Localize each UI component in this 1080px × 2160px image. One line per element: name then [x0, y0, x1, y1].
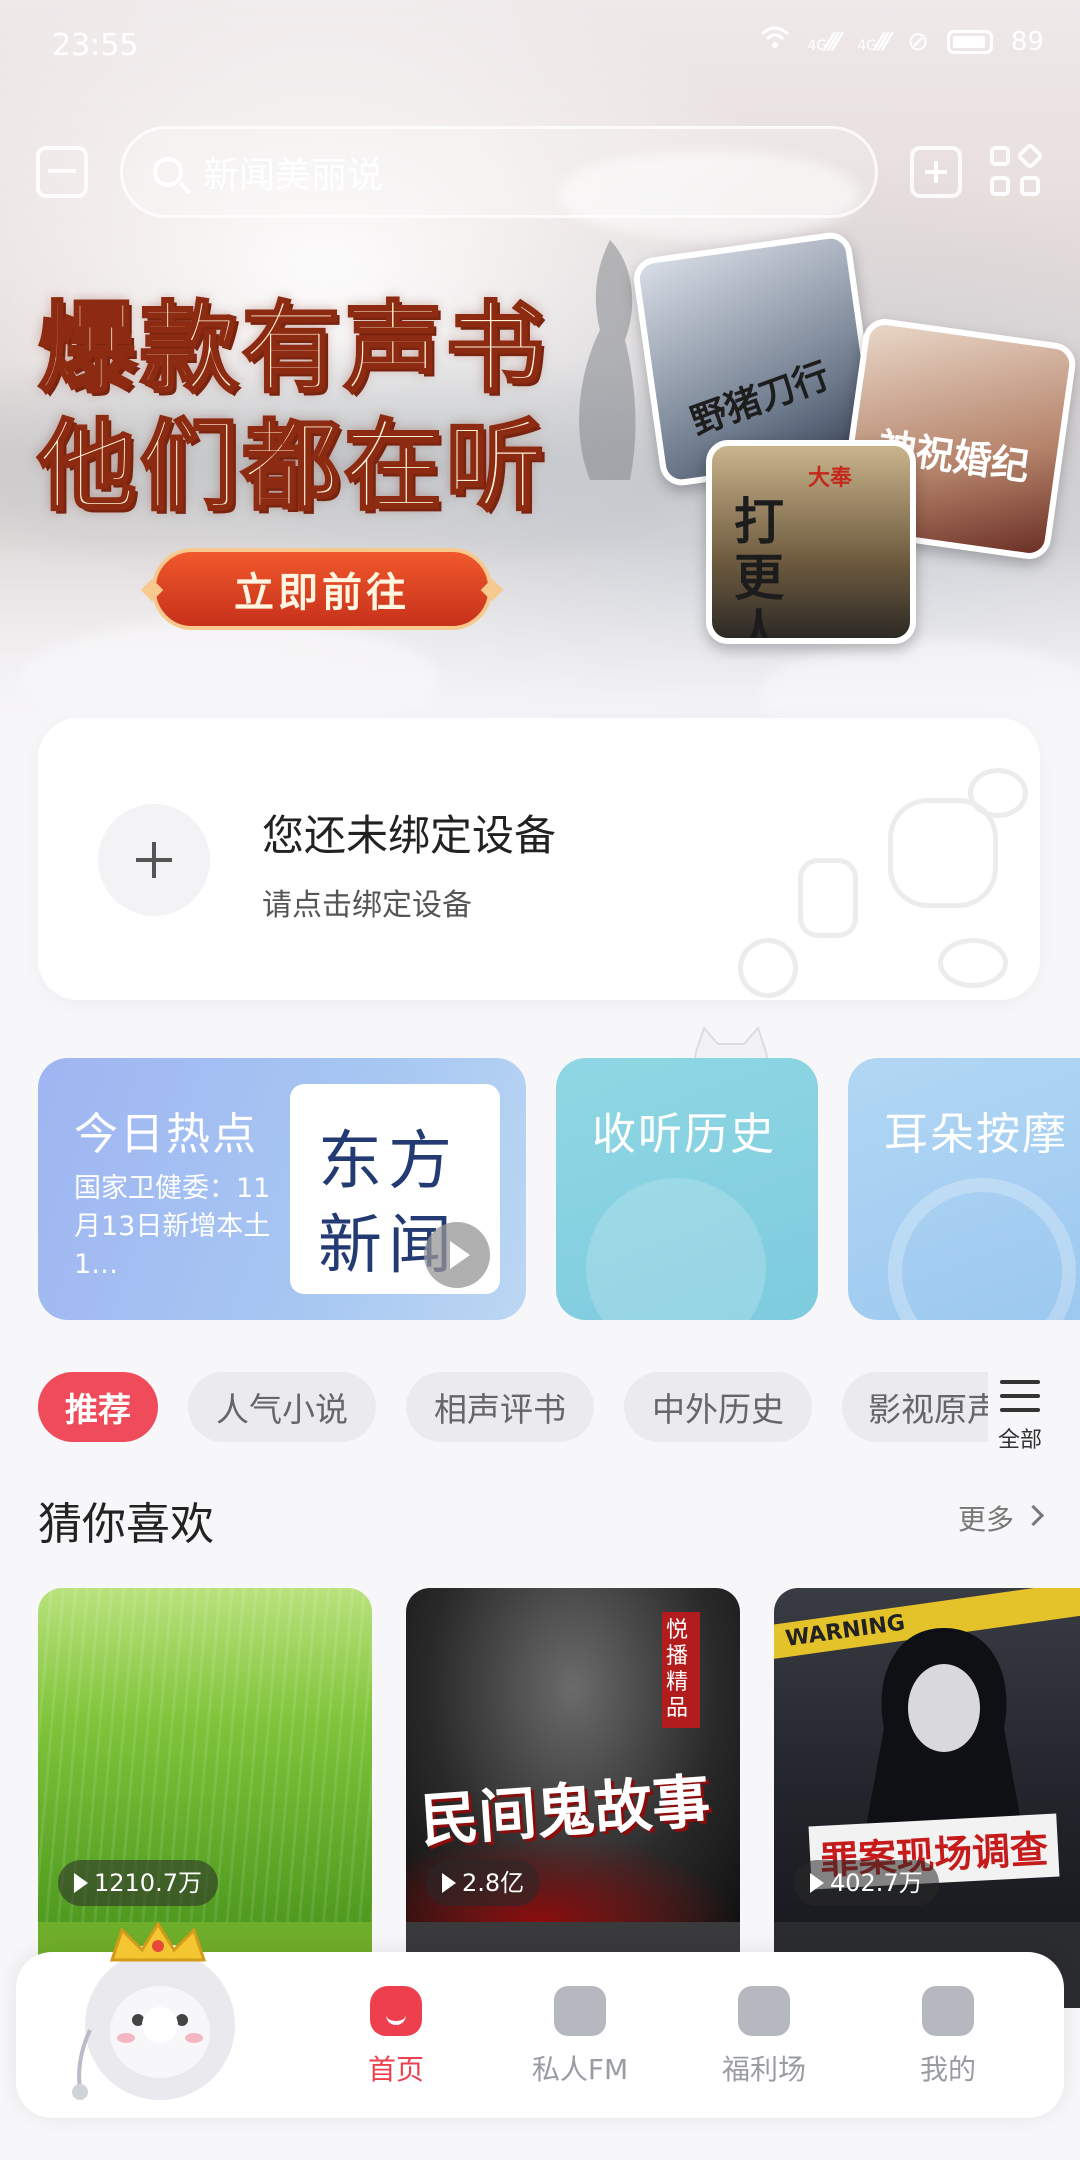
listen-history-label: 收听历史 [592, 1109, 776, 1160]
add-device-icon[interactable] [98, 804, 210, 916]
search-icon [153, 157, 183, 187]
signal-icon: 4G⁄⁄⁄ [807, 27, 840, 56]
apps-grid-icon[interactable] [990, 141, 1045, 200]
device-card-subtitle: 请点击绑定设备 [262, 888, 472, 923]
speaker-icon [938, 938, 1008, 988]
section-title: 猜你喜欢 [38, 1499, 214, 1550]
clock-icon [586, 1178, 766, 1320]
listen-history-card[interactable]: 收听历史 [556, 1058, 818, 1320]
banner-cta-button[interactable]: 立即前往 [152, 548, 492, 630]
banner-book-cover-3[interactable]: 大奉 打更人 [706, 440, 916, 644]
status-bar: 23:55 4G⁄⁄⁄ 4G⁄⁄⁄ ⊘ 89 [0, 0, 1080, 90]
nav-mine-label: 我的 [919, 2053, 976, 2086]
home-icon [370, 1986, 422, 2036]
bind-device-card[interactable]: 您还未绑定设备 请点击绑定设备 [38, 718, 1040, 1000]
ear-massage-label: 耳朵按摩 [884, 1109, 1068, 1160]
recommend-card-2[interactable]: 民间鬼故事 悦播精品 2.8亿 [406, 1588, 740, 2008]
nav-home[interactable]: 首页 [326, 1986, 466, 2088]
radio-icon [554, 1986, 606, 2036]
signal-icon-2: 4G⁄⁄⁄ [857, 27, 890, 56]
mini-player-avatar[interactable] [60, 1920, 250, 2110]
recommend-card-3[interactable]: WARNING 罪案现场调查 402.7万 [774, 1588, 1080, 2008]
banner-line-1: 爆款有声书 [36, 290, 549, 408]
all-categories-button[interactable]: 全部 [994, 1372, 1046, 1454]
category-tab-crosstalk[interactable]: 相声评书 [406, 1372, 594, 1442]
headset-icon [738, 938, 798, 998]
battery-level: 89 [1010, 26, 1044, 57]
battery-icon [946, 29, 993, 54]
today-hot-card[interactable]: 今日热点 国家卫健委：11月13日新增本土1… 东方 新闻 [38, 1058, 526, 1320]
scan-icon[interactable] [36, 146, 88, 198]
ear-massage-card[interactable]: 耳朵按摩 [848, 1058, 1080, 1320]
all-categories-label: 全部 [997, 1428, 1042, 1453]
nav-welfare[interactable]: 福利场 [694, 1986, 834, 2088]
status-time: 23:55 [52, 28, 139, 63]
menu-icon [994, 1380, 1046, 1412]
category-tabs: 推荐 人气小说 相声评书 中外历史 影视原声 [38, 1372, 988, 1444]
play-icon[interactable] [424, 1222, 490, 1288]
nav-home-label: 首页 [367, 2053, 424, 2086]
category-tab-history[interactable]: 中外历史 [624, 1372, 812, 1442]
add-icon[interactable] [910, 146, 962, 198]
hooded-figure-icon [864, 1628, 1024, 1838]
more-link[interactable]: 更多 [958, 1498, 1014, 1538]
banner-headline[interactable]: 爆款有声书 他们都在听 [36, 290, 549, 526]
device-card-title: 您还未绑定设备 [262, 811, 557, 860]
headphones-icon [968, 768, 1028, 818]
profile-icon [922, 1986, 974, 2036]
gift-icon [738, 1986, 790, 2036]
watch-icon [888, 798, 998, 908]
nav-mine[interactable]: 我的 [878, 1986, 1018, 2088]
link-icon: ⊘ [907, 26, 929, 57]
today-hot-label: 今日热点 [74, 1109, 258, 1160]
chevron-right-icon[interactable] [1022, 1504, 1045, 1527]
banner-line-2: 他们都在听 [36, 408, 549, 526]
search-placeholder: 新闻美丽说 [203, 155, 384, 196]
nav-fm-label: 私人FM [531, 2053, 629, 2086]
earbuds-icon [798, 858, 858, 938]
category-tab-popular-novels[interactable]: 人气小说 [188, 1372, 376, 1442]
play-count: 402.7万 [794, 1860, 939, 1906]
swirl-icon [888, 1178, 1076, 1320]
wifi-icon [760, 26, 790, 57]
play-count: 2.8亿 [426, 1860, 541, 1906]
nav-welfare-label: 福利场 [721, 2053, 806, 2086]
today-hot-desc: 国家卫健委：11月13日新增本土1… [74, 1173, 271, 1280]
nav-private-fm[interactable]: 私人FM [510, 1986, 650, 2088]
category-tab-recommend[interactable]: 推荐 [38, 1372, 158, 1442]
search-input[interactable]: 新闻美丽说 [120, 126, 878, 218]
category-tab-film[interactable]: 影视原声 [842, 1372, 988, 1442]
play-count: 1210.7万 [58, 1860, 218, 1906]
